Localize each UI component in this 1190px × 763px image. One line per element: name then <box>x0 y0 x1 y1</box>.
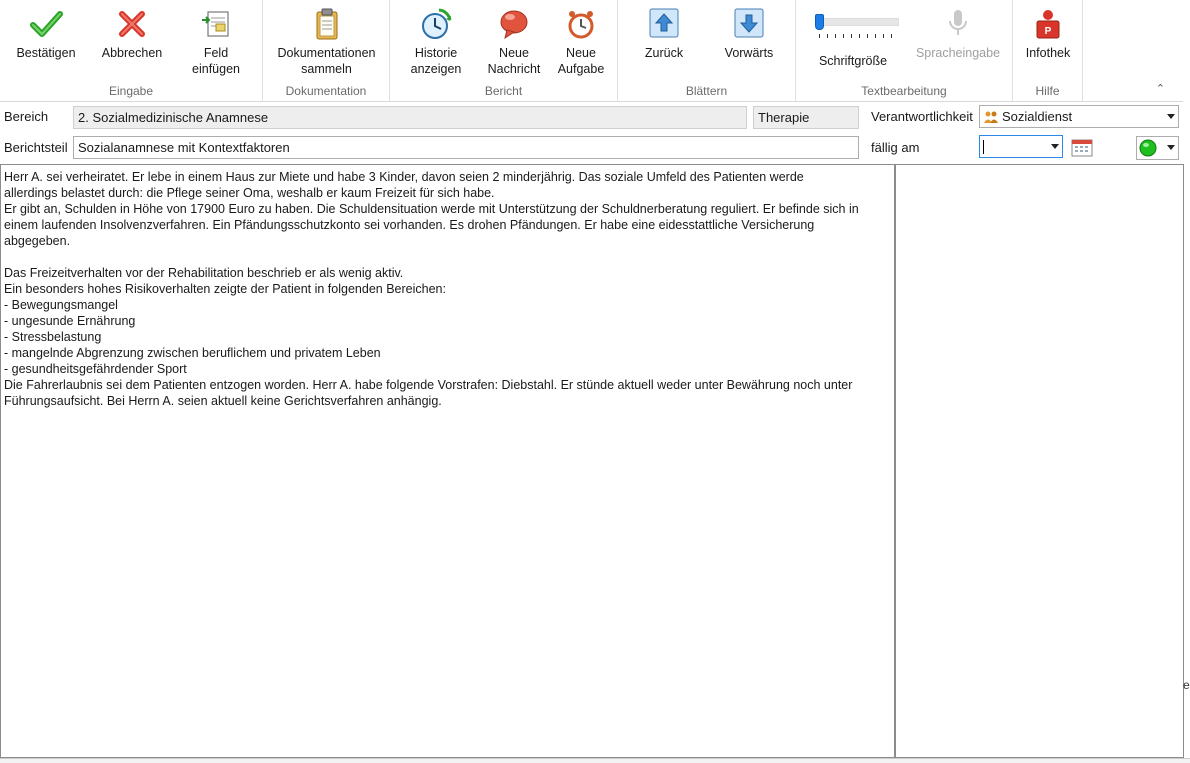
checkmark-icon <box>30 11 63 37</box>
verantwortlichkeit-select[interactable]: Sozialdienst <box>979 105 1179 128</box>
ribbon-toolbar: Bestätigen Abbrechen Feld einfügen Einga… <box>0 0 1183 102</box>
dokumentationen-sammeln-button[interactable]: Dokumentationen sammeln <box>269 6 384 77</box>
text-caret <box>983 140 984 154</box>
feld-einfuegen-label: Feld einfügen <box>192 46 240 76</box>
dokumentationen-sammeln-label: Dokumentationen sammeln <box>277 46 376 76</box>
green-status-icon <box>1139 139 1157 157</box>
editor-line: abgegeben. <box>4 234 71 248</box>
editor-line <box>4 249 891 265</box>
report-text-editor[interactable]: Herr A. sei verheiratet. Er lebe in eine… <box>0 164 895 758</box>
editor-line: einem laufenden Insolvenzverfahren. Ein … <box>4 218 815 232</box>
info-person-icon: P <box>1036 10 1060 39</box>
editor-line: Ein besonders hohes Risikoverhalten zeig… <box>4 282 446 296</box>
editor-line: - Bewegungsmangel <box>4 298 118 312</box>
historie-anzeigen-button[interactable]: Historie anzeigen <box>402 6 470 77</box>
faellig-date-input[interactable] <box>979 135 1063 158</box>
neue-aufgabe-label: Neue Aufgabe <box>557 46 605 76</box>
edge-text: e <box>1183 678 1190 692</box>
slider-track <box>819 18 899 26</box>
chevron-down-icon[interactable] <box>1051 144 1059 149</box>
insert-field-icon <box>202 11 229 37</box>
group-bericht: Historie anzeigen Neue Nachricht Neue Au… <box>390 0 618 101</box>
editor-line: Das Freizeitverhalten vor der Rehabilita… <box>4 266 404 280</box>
svg-text:P: P <box>1045 26 1052 37</box>
vorwaerts-label: Vorwärts <box>724 46 774 60</box>
abbrechen-button[interactable]: Abbrechen <box>96 6 168 61</box>
people-icon <box>984 111 998 123</box>
schriftgroesse-label: Schriftgröße <box>818 54 888 68</box>
group-blaettern: Zurück Vorwärts Blättern <box>618 0 796 101</box>
neue-aufgabe-button[interactable]: Neue Aufgabe <box>550 6 612 77</box>
group-label-eingabe: Eingabe <box>108 84 154 98</box>
bestaetigen-button[interactable]: Bestätigen <box>10 6 82 61</box>
microphone-icon <box>949 10 967 35</box>
schriftgroesse-slider[interactable] <box>815 14 901 40</box>
spracheingabe-label: Spracheingabe <box>915 46 1001 60</box>
bereich-field[interactable]: 2. Sozialmedizinische Anamnese <box>73 106 747 129</box>
zurueck-button[interactable]: Zurück <box>634 6 694 61</box>
group-label-hilfe: Hilfe <box>1035 84 1060 98</box>
group-label-blaettern: Blättern <box>685 84 728 98</box>
neue-nachricht-label: Neue Nachricht <box>487 46 541 76</box>
bestaetigen-label: Bestätigen <box>16 46 76 60</box>
editor-line: - ungesunde Ernährung <box>4 314 136 328</box>
status-select[interactable] <box>1136 136 1179 160</box>
bereich-label: Bereich <box>4 109 49 124</box>
history-clock-icon <box>422 8 452 39</box>
berichtsteil-label: Berichtsteil <box>4 140 68 155</box>
cross-icon <box>119 11 145 37</box>
group-hilfe: P Infothek Hilfe <box>1013 0 1083 101</box>
schriftgroesse-control: Schriftgröße <box>810 50 896 69</box>
faellig-label: fällig am <box>871 140 920 155</box>
infothek-button[interactable]: P Infothek <box>1017 6 1079 61</box>
editor-line: Er gibt an, Schulden in Höhe von 17900 E… <box>4 202 859 216</box>
verantwortlichkeit-label: Verantwortlichkeit <box>871 109 973 124</box>
therapie-field[interactable]: Therapie <box>753 106 859 129</box>
zurueck-label: Zurück <box>644 46 684 60</box>
neue-nachricht-button[interactable]: Neue Nachricht <box>480 6 548 77</box>
group-label-bericht: Bericht <box>484 84 523 98</box>
collapse-ribbon-icon[interactable]: ⌃ <box>1156 82 1165 95</box>
task-alarm-icon <box>568 11 594 39</box>
verantwortlichkeit-value: Sozialdienst <box>1002 109 1073 124</box>
arrow-down-icon <box>734 8 764 38</box>
calendar-icon[interactable] <box>1071 137 1093 157</box>
slider-ticks <box>819 34 899 38</box>
slider-thumb[interactable] <box>815 14 824 30</box>
berichtsteil-field[interactable]: Sozialanamnese mit Kontextfaktoren <box>73 136 859 159</box>
background-window-strip <box>0 758 1190 763</box>
vorwaerts-button[interactable]: Vorwärts <box>718 6 780 61</box>
editor-line: - Stressbelastung <box>4 330 102 344</box>
editor-line: allerdings belastet durch: die Pflege se… <box>4 186 495 200</box>
editor-line: Herr A. sei verheiratet. Er lebe in eine… <box>4 170 804 184</box>
group-dokumentation: Dokumentationen sammeln Dokumentation <box>263 0 390 101</box>
feld-einfuegen-button[interactable]: Feld einfügen <box>182 6 250 77</box>
editor-line: Die Fahrerlaubnis sei dem Patienten entz… <box>4 378 853 392</box>
editor-line: Führungsaufsicht. Bei Herrn A. seien akt… <box>4 394 442 408</box>
message-bubble-icon <box>500 10 528 40</box>
clipboard-icon <box>316 8 337 40</box>
side-panel <box>895 164 1184 758</box>
arrow-up-icon <box>649 8 679 38</box>
historie-anzeigen-label: Historie anzeigen <box>410 46 462 76</box>
abbrechen-label: Abbrechen <box>101 46 163 60</box>
group-label-dokumentation: Dokumentation <box>285 84 367 98</box>
group-eingabe: Bestätigen Abbrechen Feld einfügen Einga… <box>0 0 263 101</box>
editor-line: - gesundheitsgefährdender Sport <box>4 362 187 376</box>
chevron-down-icon[interactable] <box>1167 145 1175 150</box>
chevron-down-icon[interactable] <box>1167 114 1175 119</box>
editor-line: - mangelnde Abgrenzung zwischen beruflic… <box>4 346 381 360</box>
spracheingabe-button[interactable]: Spracheingabe <box>910 6 1006 61</box>
group-label-textbearbeitung: Textbearbeitung <box>861 84 947 98</box>
infothek-label: Infothek <box>1025 46 1071 60</box>
